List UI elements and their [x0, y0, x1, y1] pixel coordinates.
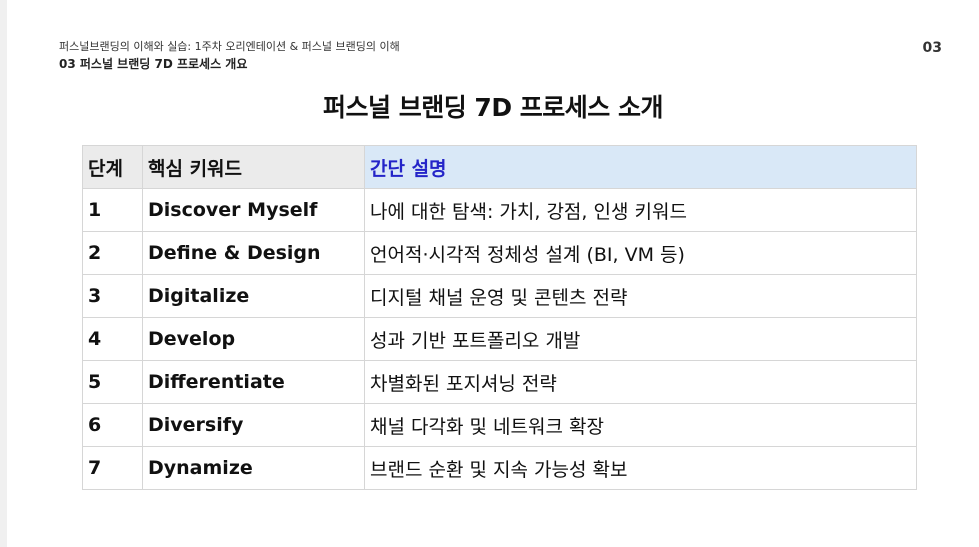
step-cell: 1	[82, 188, 143, 232]
description-cell: 차별화된 포지셔닝 전략	[364, 360, 917, 404]
table-row: 3 Digitalize 디지털 채널 운영 및 콘텐츠 전략	[82, 274, 917, 318]
page-number: 03	[922, 40, 942, 56]
header-description: 간단 설명	[364, 145, 917, 189]
header-step: 단계	[82, 145, 143, 189]
table-row: 1 Discover Myself 나에 대한 탐색: 가치, 강점, 인생 키…	[82, 188, 917, 232]
description-cell: 채널 다각화 및 네트워크 확장	[364, 403, 917, 447]
step-cell: 7	[82, 446, 143, 490]
keyword-cell: Dynamize	[142, 446, 365, 490]
description-cell: 성과 기반 포트폴리오 개발	[364, 317, 917, 361]
keyword-cell: Develop	[142, 317, 365, 361]
process-table: 단계 핵심 키워드 간단 설명 1 Discover Myself 나에 대한 …	[82, 145, 917, 490]
description-cell: 디지털 채널 운영 및 콘텐츠 전략	[364, 274, 917, 318]
header-keyword: 핵심 키워드	[142, 145, 365, 189]
description-cell: 나에 대한 탐색: 가치, 강점, 인생 키워드	[364, 188, 917, 232]
breadcrumb: 퍼스널브랜딩의 이해와 실습: 1주차 오리엔테이션 & 퍼스널 브랜딩의 이해	[59, 40, 400, 53]
table-header-row: 단계 핵심 키워드 간단 설명	[82, 145, 917, 189]
keyword-cell: Diversify	[142, 403, 365, 447]
slide: 퍼스널브랜딩의 이해와 실습: 1주차 오리엔테이션 & 퍼스널 브랜딩의 이해…	[7, 0, 979, 547]
keyword-cell: Discover Myself	[142, 188, 365, 232]
section-subtitle: 03 퍼스널 브랜딩 7D 프로세스 개요	[59, 57, 248, 71]
keyword-cell: Define & Design	[142, 231, 365, 275]
table-row: 4 Develop 성과 기반 포트폴리오 개발	[82, 317, 917, 361]
step-cell: 2	[82, 231, 143, 275]
table-row: 2 Define & Design 언어적·시각적 정체성 설계 (BI, VM…	[82, 231, 917, 275]
step-cell: 5	[82, 360, 143, 404]
description-cell: 브랜드 순환 및 지속 가능성 확보	[364, 446, 917, 490]
table-row: 7 Dynamize 브랜드 순환 및 지속 가능성 확보	[82, 446, 917, 490]
step-cell: 6	[82, 403, 143, 447]
step-cell: 3	[82, 274, 143, 318]
step-cell: 4	[82, 317, 143, 361]
slide-title: 퍼스널 브랜딩 7D 프로세스 소개	[323, 93, 663, 122]
table-row: 5 Differentiate 차별화된 포지셔닝 전략	[82, 360, 917, 404]
keyword-cell: Digitalize	[142, 274, 365, 318]
description-cell: 언어적·시각적 정체성 설계 (BI, VM 등)	[364, 231, 917, 275]
keyword-cell: Differentiate	[142, 360, 365, 404]
table-row: 6 Diversify 채널 다각화 및 네트워크 확장	[82, 403, 917, 447]
